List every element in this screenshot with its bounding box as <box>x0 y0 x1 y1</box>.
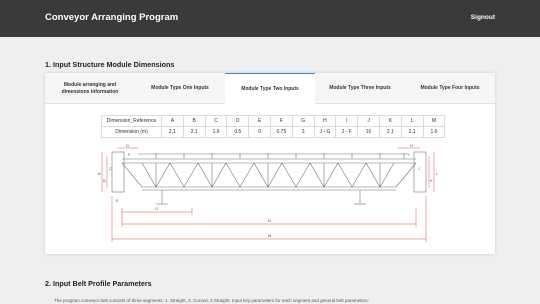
column-header: H <box>313 115 337 127</box>
column-header: D <box>226 115 250 127</box>
column-header: K <box>378 115 402 127</box>
tab-label: Module Type Four Inputs <box>420 85 480 92</box>
tab-module-arranging[interactable]: Module arranging and dimensions informati… <box>45 73 135 104</box>
dimension-value[interactable]: 2.1 <box>378 126 402 138</box>
dimension-value[interactable]: J - F <box>335 126 359 138</box>
drawing-label: F <box>128 152 131 157</box>
column-header: L <box>400 115 424 127</box>
dimension-value[interactable]: 1.6 <box>204 126 228 138</box>
drawing-label: G <box>155 206 158 211</box>
drawing-label: E <box>116 198 119 203</box>
tab-module-type-three[interactable]: Module Type Three Inputs <box>315 73 405 104</box>
section-2-title: 2. Input Belt Profile Parameters <box>45 279 152 288</box>
tab-module-type-four[interactable]: Module Type Four Inputs <box>405 73 495 104</box>
column-header: M <box>422 115 446 127</box>
signout-link[interactable]: Signout <box>471 14 495 21</box>
column-header: E <box>248 115 271 127</box>
tab-label-line1: Module arranging and <box>63 81 117 88</box>
drawing-label: B <box>103 178 106 183</box>
drawing-label: N <box>268 218 271 223</box>
dimension-value[interactable]: 0.75 <box>269 126 293 138</box>
top-bar: Conveyor Arranging Program Signout <box>0 0 540 37</box>
drawing-label: M <box>268 233 271 238</box>
drawing-label: I <box>408 152 409 157</box>
dimension-value[interactable]: 3 <box>291 126 315 138</box>
module-tabs: Module arranging and dimensions informati… <box>45 73 495 105</box>
column-header: C <box>204 115 228 127</box>
section-1-title: 1. Input Structure Module Dimensions <box>45 60 175 69</box>
table-row-reference: Dimension_Reference A B C D E F G H I J … <box>101 115 446 127</box>
tab-label-line2: dimensions information <box>61 88 119 95</box>
drawing-label: C <box>109 166 112 171</box>
ref-header-cell: Dimension_Reference <box>101 115 162 127</box>
table-row-dimension: Dimension (m) 2.1 2.1 1.6 0.5 0 0.75 3 J… <box>101 126 446 138</box>
column-header: G <box>291 115 315 127</box>
drawing-label: H <box>410 143 413 148</box>
tab-label: Module Type Three Inputs <box>329 85 391 92</box>
column-header: B <box>182 115 206 127</box>
column-header: A <box>161 115 184 127</box>
drawing-label: A <box>98 171 101 176</box>
drawing-label: J <box>418 166 420 171</box>
belt-profile-description: The program conveyor belt consists of th… <box>54 298 369 303</box>
dimension-table: Dimension_Reference A B C D E F G H I J … <box>101 115 446 138</box>
dimension-value[interactable]: 0 <box>248 126 271 138</box>
tab-module-type-one[interactable]: Module Type One Inputs <box>135 73 225 104</box>
conveyor-truss-drawing: A B C D E F G H I J K L M N <box>98 143 439 242</box>
column-header: I <box>335 115 359 127</box>
dim-header-cell: Dimension (m) <box>101 126 162 138</box>
dimension-value[interactable]: J - G <box>313 126 337 138</box>
tab-label: Module Type One Inputs <box>151 85 209 92</box>
dimension-value[interactable]: 16 <box>357 126 380 138</box>
module-dimensions-card: Module arranging and dimensions informati… <box>45 73 495 254</box>
dimension-value[interactable]: 2.1 <box>161 126 184 138</box>
tab-label: Module Type Two Inputs <box>241 86 299 93</box>
column-header: F <box>269 115 293 127</box>
dimension-value[interactable]: 2.1 <box>182 126 206 138</box>
dimension-value[interactable]: 2.1 <box>400 126 424 138</box>
tab-module-type-two[interactable]: Module Type Two Inputs <box>225 73 315 105</box>
column-header: J <box>357 115 380 127</box>
dimension-value[interactable]: 0.5 <box>226 126 250 138</box>
dimension-value[interactable]: 1.6 <box>422 126 446 138</box>
drawing-label: K <box>430 178 433 183</box>
drawing-label: D <box>126 143 129 148</box>
app-title: Conveyor Arranging Program <box>45 12 179 23</box>
drawing-label: L <box>436 171 439 176</box>
